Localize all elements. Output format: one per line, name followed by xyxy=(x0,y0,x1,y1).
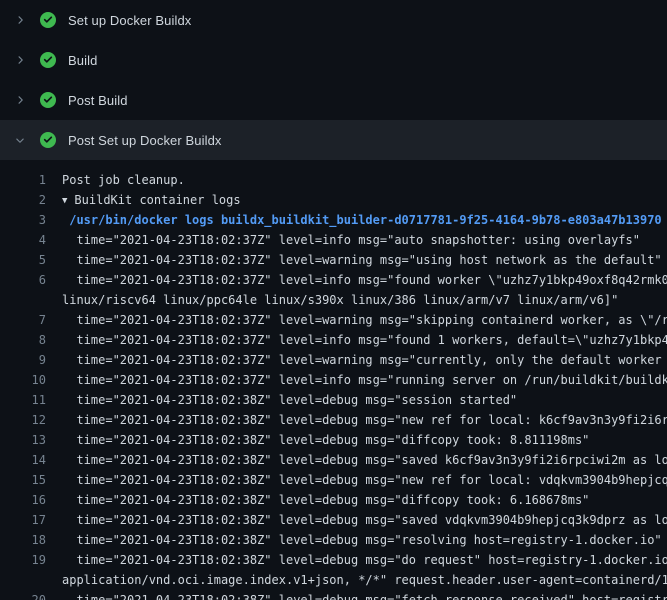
log-text: ▼ BuildKit container logs xyxy=(46,190,667,210)
log-text: time="2021-04-23T18:02:37Z" level=warnin… xyxy=(46,250,667,270)
chevron-right-icon xyxy=(12,92,28,108)
log-text: application/vnd.oci.image.index.v1+json,… xyxy=(46,570,667,590)
log-text: time="2021-04-23T18:02:37Z" level=info m… xyxy=(46,330,667,350)
chevron-right-icon xyxy=(12,52,28,68)
log-line: 7 time="2021-04-23T18:02:37Z" level=warn… xyxy=(0,310,667,330)
line-number xyxy=(0,290,46,310)
log-line: 8 time="2021-04-23T18:02:37Z" level=info… xyxy=(0,330,667,350)
log-text: time="2021-04-23T18:02:38Z" level=debug … xyxy=(46,450,667,470)
line-number xyxy=(0,570,46,590)
step-label: Build xyxy=(68,53,97,68)
log-line: 13 time="2021-04-23T18:02:38Z" level=deb… xyxy=(0,430,667,450)
line-number[interactable]: 16 xyxy=(0,490,46,510)
log-line: 9 time="2021-04-23T18:02:37Z" level=warn… xyxy=(0,350,667,370)
line-number[interactable]: 8 xyxy=(0,330,46,350)
log-line: 1 Post job cleanup. xyxy=(0,170,667,190)
actions-log-viewer: Set up Docker Buildx Build P xyxy=(0,0,667,600)
line-number[interactable]: 3 xyxy=(0,210,46,230)
log-text: time="2021-04-23T18:02:38Z" level=debug … xyxy=(46,470,667,490)
log-text: linux/riscv64 linux/ppc64le linux/s390x … xyxy=(46,290,667,310)
line-number[interactable]: 14 xyxy=(0,450,46,470)
line-number[interactable]: 5 xyxy=(0,250,46,270)
step-label: Post Set up Docker Buildx xyxy=(68,133,222,148)
log-text: time="2021-04-23T18:02:37Z" level=warnin… xyxy=(46,350,667,370)
group-title[interactable]: BuildKit container logs xyxy=(74,193,240,207)
log-lines: 1 Post job cleanup. 2 ▼ BuildKit containe… xyxy=(0,160,667,600)
log-text: time="2021-04-23T18:02:38Z" level=debug … xyxy=(46,410,667,430)
step-header-1[interactable]: Build xyxy=(0,40,667,80)
step-label: Post Build xyxy=(68,93,128,108)
line-number[interactable]: 10 xyxy=(0,370,46,390)
collapse-triangle-icon[interactable]: ▼ xyxy=(62,191,67,210)
line-number[interactable]: 9 xyxy=(0,350,46,370)
log-line: 2 ▼ BuildKit container logs xyxy=(0,190,667,210)
log-line: 5 time="2021-04-23T18:02:37Z" level=warn… xyxy=(0,250,667,270)
line-number[interactable]: 2 xyxy=(0,190,46,210)
log-text: time="2021-04-23T18:02:37Z" level=info m… xyxy=(46,370,667,390)
log-text: time="2021-04-23T18:02:38Z" level=debug … xyxy=(46,550,667,570)
log-text: /usr/bin/docker logs buildx_buildkit_bui… xyxy=(46,210,667,230)
log-text: Post job cleanup. xyxy=(46,170,667,190)
log-text: time="2021-04-23T18:02:38Z" level=debug … xyxy=(46,390,667,410)
log-line: 20 time="2021-04-23T18:02:38Z" level=deb… xyxy=(0,590,667,600)
line-number[interactable]: 4 xyxy=(0,230,46,250)
log-line: 16 time="2021-04-23T18:02:38Z" level=deb… xyxy=(0,490,667,510)
check-circle-icon xyxy=(40,52,56,68)
log-line: application/vnd.oci.image.index.v1+json,… xyxy=(0,570,667,590)
line-number[interactable]: 18 xyxy=(0,530,46,550)
line-number[interactable]: 11 xyxy=(0,390,46,410)
chevron-right-icon xyxy=(12,12,28,28)
step-header-3[interactable]: Post Set up Docker Buildx xyxy=(0,120,667,160)
line-number[interactable]: 15 xyxy=(0,470,46,490)
step-header-0[interactable]: Set up Docker Buildx xyxy=(0,0,667,40)
log-line: 12 time="2021-04-23T18:02:38Z" level=deb… xyxy=(0,410,667,430)
line-number[interactable]: 13 xyxy=(0,430,46,450)
line-number[interactable]: 7 xyxy=(0,310,46,330)
log-line: 10 time="2021-04-23T18:02:37Z" level=inf… xyxy=(0,370,667,390)
log-text: time="2021-04-23T18:02:38Z" level=debug … xyxy=(46,490,667,510)
line-number[interactable]: 1 xyxy=(0,170,46,190)
check-circle-icon xyxy=(40,12,56,28)
check-circle-icon xyxy=(40,92,56,108)
line-number[interactable]: 20 xyxy=(0,590,46,600)
log-text: time="2021-04-23T18:02:37Z" level=warnin… xyxy=(46,310,667,330)
log-line: 6 time="2021-04-23T18:02:37Z" level=info… xyxy=(0,270,667,290)
check-circle-icon xyxy=(40,132,56,148)
log-line: 19 time="2021-04-23T18:02:38Z" level=deb… xyxy=(0,550,667,570)
log-line: 4 time="2021-04-23T18:02:37Z" level=info… xyxy=(0,230,667,250)
log-text: time="2021-04-23T18:02:38Z" level=debug … xyxy=(46,530,667,550)
log-text: time="2021-04-23T18:02:37Z" level=info m… xyxy=(46,230,667,250)
log-line: linux/riscv64 linux/ppc64le linux/s390x … xyxy=(0,290,667,310)
step-header-2[interactable]: Post Build xyxy=(0,80,667,120)
steps-list: Set up Docker Buildx Build P xyxy=(0,0,667,160)
line-number[interactable]: 12 xyxy=(0,410,46,430)
log-line: 18 time="2021-04-23T18:02:38Z" level=deb… xyxy=(0,530,667,550)
log-text: time="2021-04-23T18:02:38Z" level=debug … xyxy=(46,430,667,450)
log-line: 17 time="2021-04-23T18:02:38Z" level=deb… xyxy=(0,510,667,530)
step-label: Set up Docker Buildx xyxy=(68,13,191,28)
line-number[interactable]: 6 xyxy=(0,270,46,290)
line-number[interactable]: 17 xyxy=(0,510,46,530)
log-line: 15 time="2021-04-23T18:02:38Z" level=deb… xyxy=(0,470,667,490)
log-text: time="2021-04-23T18:02:38Z" level=debug … xyxy=(46,590,667,600)
line-number[interactable]: 19 xyxy=(0,550,46,570)
chevron-down-icon xyxy=(12,132,28,148)
log-text: time="2021-04-23T18:02:37Z" level=info m… xyxy=(46,270,667,290)
log-text: time="2021-04-23T18:02:38Z" level=debug … xyxy=(46,510,667,530)
log-line: 11 time="2021-04-23T18:02:38Z" level=deb… xyxy=(0,390,667,410)
log-line: 3 /usr/bin/docker logs buildx_buildkit_b… xyxy=(0,210,667,230)
log-line: 14 time="2021-04-23T18:02:38Z" level=deb… xyxy=(0,450,667,470)
